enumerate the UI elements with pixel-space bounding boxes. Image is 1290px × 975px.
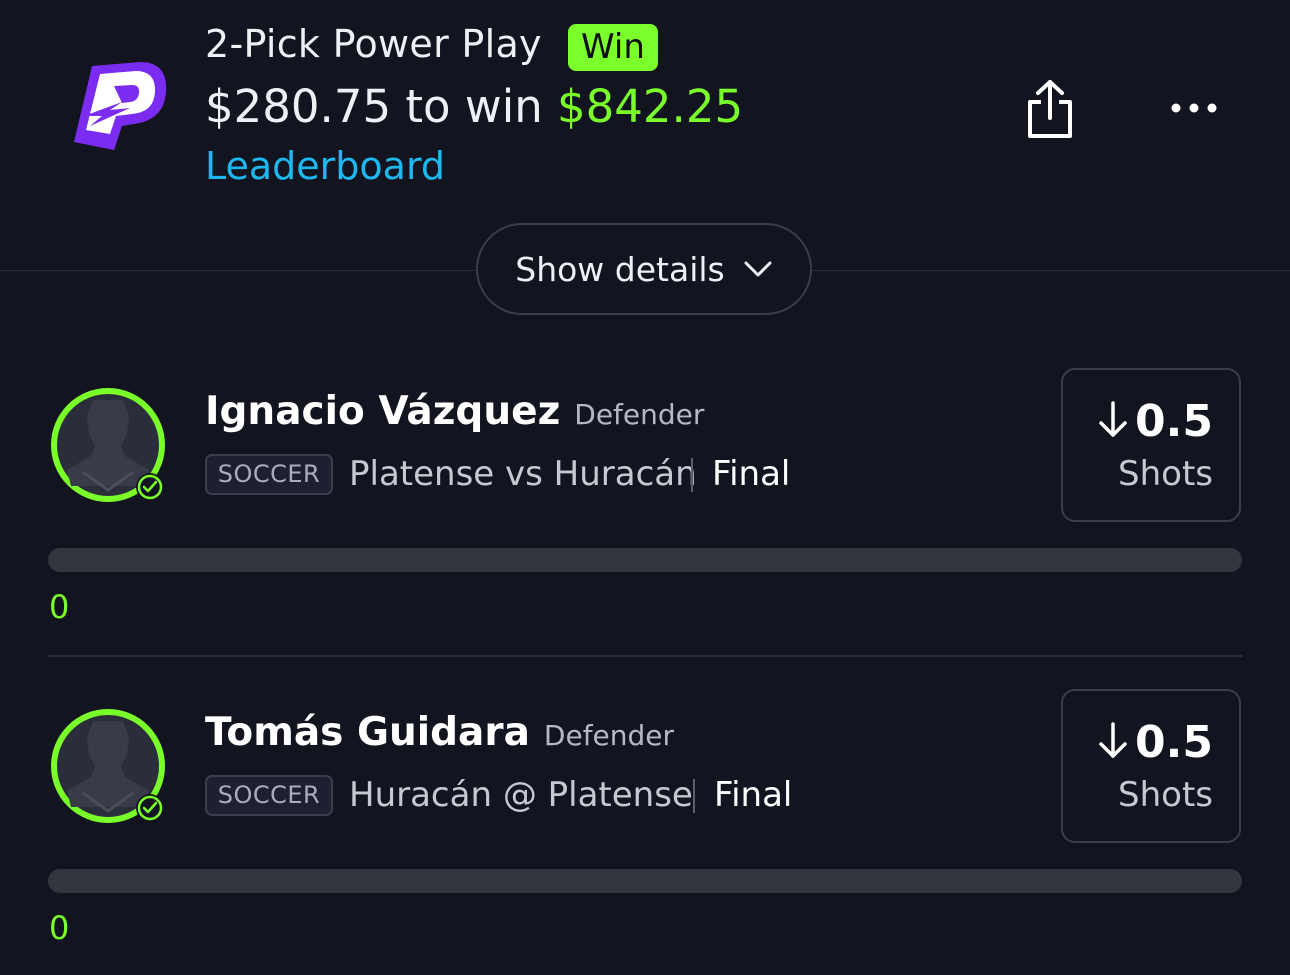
entry-amount: $280.75 [205,80,392,133]
projection-box: 0.5 Shots [1061,689,1241,843]
sport-badge: SOCCER [205,775,333,816]
player-name-row: Tomás Guidara Defender [205,710,674,755]
progress-bar [48,869,1242,893]
wager-summary: $280.75 to win $842.25 [205,80,743,133]
leaderboard-link[interactable]: Leaderboard [205,144,445,188]
win-badge: Win [568,24,658,71]
player-name: Tomás Guidara [205,710,530,755]
check-circle-icon [136,473,164,501]
matchup: Huracán @ Platense [349,775,693,815]
game-status: Final [712,454,791,494]
show-details-label: Show details [515,249,725,289]
player-name: Ignacio Vázquez [205,389,561,434]
stat-line-value: 0.5 [1135,396,1213,447]
matchup-separator [693,779,695,813]
projection-box: 0.5 Shots [1061,368,1241,522]
player-name-row: Ignacio Vázquez Defender [205,389,704,434]
game-status: Final [714,775,793,815]
actual-stat-value: 0 [49,588,70,626]
player-position: Defender [574,398,705,431]
actual-stat-value: 0 [49,909,70,947]
player-avatar [51,388,165,502]
arrow-down-icon [1099,722,1127,758]
entry-title: 2-Pick Power Play [205,22,542,66]
stat-type: Shots [1118,454,1213,494]
to-win-text: to win [405,80,543,133]
stat-type: Shots [1118,775,1213,815]
prizepicks-logo [74,62,167,150]
arrow-down-icon [1099,401,1127,437]
show-details-button[interactable]: Show details [476,223,812,315]
player-avatar [51,709,165,823]
matchup: Platense vs Huracán [349,454,697,494]
check-circle-icon [136,794,164,822]
player-position: Defender [543,719,675,752]
matchup-separator [691,458,693,492]
progress-bar [48,548,1242,572]
pick-divider [48,655,1242,657]
more-options-icon[interactable] [1168,90,1220,126]
payout-amount: $842.25 [557,80,744,133]
chevron-down-icon [744,261,772,277]
stat-line-value: 0.5 [1135,717,1213,768]
share-icon[interactable] [1022,78,1078,142]
sport-badge: SOCCER [205,454,333,495]
